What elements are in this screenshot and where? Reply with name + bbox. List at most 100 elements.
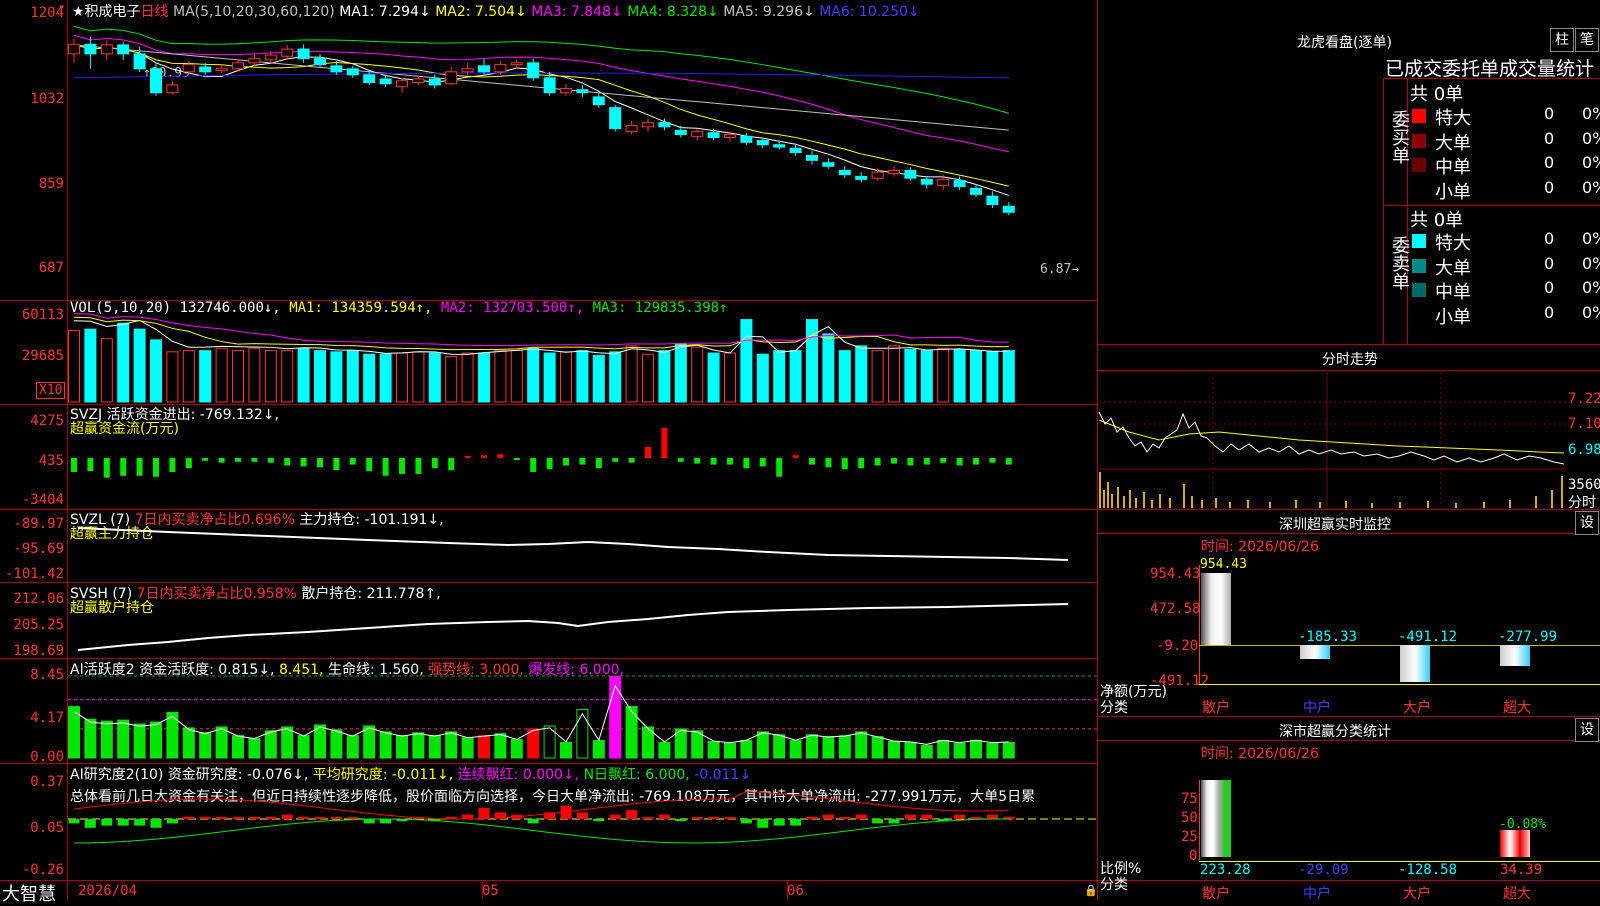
- candle: [1002, 205, 1015, 213]
- volume-bar: [592, 354, 605, 403]
- candle: [625, 125, 638, 133]
- flow-bar: [251, 458, 258, 462]
- research-bar: [954, 814, 966, 819]
- flow-bar: [989, 458, 996, 463]
- volume-bar: [281, 350, 294, 403]
- ai-res-axis-3: -0.26: [21, 862, 64, 878]
- research-green-line: [73, 818, 1009, 844]
- sz-bar-large[interactable]: [1400, 645, 1430, 682]
- fund-flow-chart[interactable]: [68, 418, 1097, 508]
- class-cat-super: 超大: [1503, 886, 1531, 902]
- research-bar: [216, 816, 228, 819]
- flow-bar: [1005, 458, 1012, 465]
- flow-bar: [645, 446, 651, 458]
- research-bar: [773, 819, 785, 826]
- volume-bar: [855, 345, 868, 403]
- swatch-icon: [1412, 109, 1426, 123]
- activity-bar: [789, 740, 802, 759]
- candle: [986, 195, 999, 205]
- vol-axis-2: 29685: [21, 348, 64, 364]
- main-holding-line[interactable]: [68, 520, 1097, 580]
- flow-bar: [497, 454, 504, 458]
- class-cat-large: 大户: [1403, 886, 1431, 902]
- flow-bar: [579, 458, 586, 465]
- volume-bar: [133, 328, 146, 403]
- candle: [281, 48, 294, 57]
- candle: [789, 147, 802, 153]
- volume-bar: [510, 350, 523, 403]
- research-bar: [839, 817, 851, 819]
- research-bar: [298, 816, 310, 819]
- candle: [248, 58, 261, 64]
- dragon-subtitle: 已成交委托单成交量统计: [1385, 58, 1595, 80]
- sz-monitor-settings-button[interactable]: 设: [1575, 511, 1599, 535]
- flow-bar: [481, 455, 487, 458]
- flow-bar: [809, 458, 815, 465]
- volume-bar: [100, 338, 113, 403]
- volume-bar: [363, 353, 376, 403]
- candle: [904, 169, 917, 179]
- candle: [396, 80, 408, 88]
- ai-act-axis-3: 0.00: [30, 749, 64, 765]
- research-bar: [183, 816, 195, 819]
- research-bar: [626, 810, 638, 819]
- retail-holding-line[interactable]: [68, 595, 1097, 655]
- candle: [510, 62, 523, 66]
- ai-res-red: 连续飘红: 0.000↓,: [457, 767, 580, 783]
- activity-bar: [838, 735, 851, 759]
- sz-bar-super[interactable]: [1500, 645, 1530, 666]
- activity-bar: [133, 723, 146, 759]
- intraday-chart[interactable]: [1098, 372, 1566, 508]
- sz-cat-large: 大户: [1403, 700, 1431, 716]
- volume-bar: [789, 350, 802, 403]
- class-bar-retail[interactable]: [1201, 780, 1231, 857]
- flow-bar: [87, 458, 94, 472]
- swatch-icon: [1412, 234, 1426, 248]
- ai-res-axis-2: 0.05: [30, 820, 64, 836]
- research-chart[interactable]: [68, 791, 1097, 877]
- sz-bar-retail[interactable]: [1201, 573, 1231, 645]
- brand-label: 大智慧: [2, 884, 56, 905]
- svzj-axis-3: -3404: [21, 492, 64, 508]
- research-bar: [117, 819, 129, 826]
- sz-monitor-axis-1: 954.43: [1150, 566, 1201, 582]
- price-chart[interactable]: [68, 14, 1097, 300]
- flow-bar: [923, 458, 930, 465]
- candle: [117, 44, 130, 55]
- research-bar: [904, 814, 916, 819]
- flow-bar: [940, 458, 947, 463]
- volume-bar: [330, 351, 343, 403]
- svzl-axis-3: -101.42: [4, 566, 64, 582]
- activity-chart[interactable]: [68, 672, 1097, 760]
- volume-chart[interactable]: [68, 313, 1097, 404]
- activity-bar: [248, 738, 261, 759]
- flow-bar: [267, 458, 274, 463]
- tick-mode-button[interactable]: 笔: [1575, 28, 1599, 52]
- research-bar: [921, 814, 933, 819]
- class-bar-super[interactable]: [1500, 830, 1530, 857]
- candle: [182, 64, 195, 73]
- flow-bar: [120, 458, 127, 476]
- bar-mode-button[interactable]: 柱: [1550, 28, 1574, 52]
- flow-bar: [136, 458, 143, 476]
- sz-class-settings-button[interactable]: 设: [1575, 718, 1599, 742]
- candle: [494, 64, 507, 73]
- activity-bar: [117, 719, 130, 759]
- sz-bar-medium[interactable]: [1300, 645, 1330, 659]
- activity-bar: [461, 737, 474, 759]
- class-val-super: 34.39: [1500, 862, 1543, 878]
- volume-bar: [68, 329, 80, 403]
- flow-bar: [317, 458, 323, 468]
- research-bar: [675, 819, 687, 822]
- svzl-axis-2: -95.69: [13, 541, 64, 557]
- lock-icon: 🔒: [1084, 884, 1098, 897]
- research-bar: [658, 814, 670, 819]
- volume-bar: [707, 352, 720, 403]
- sz-monitor-title: 深圳超赢实时监控: [1279, 517, 1391, 533]
- candle: [215, 67, 228, 72]
- volume-bar: [264, 350, 277, 403]
- candle: [543, 77, 556, 94]
- candle: [724, 134, 736, 139]
- volume-bar: [986, 351, 999, 403]
- volume-bar: [166, 351, 179, 403]
